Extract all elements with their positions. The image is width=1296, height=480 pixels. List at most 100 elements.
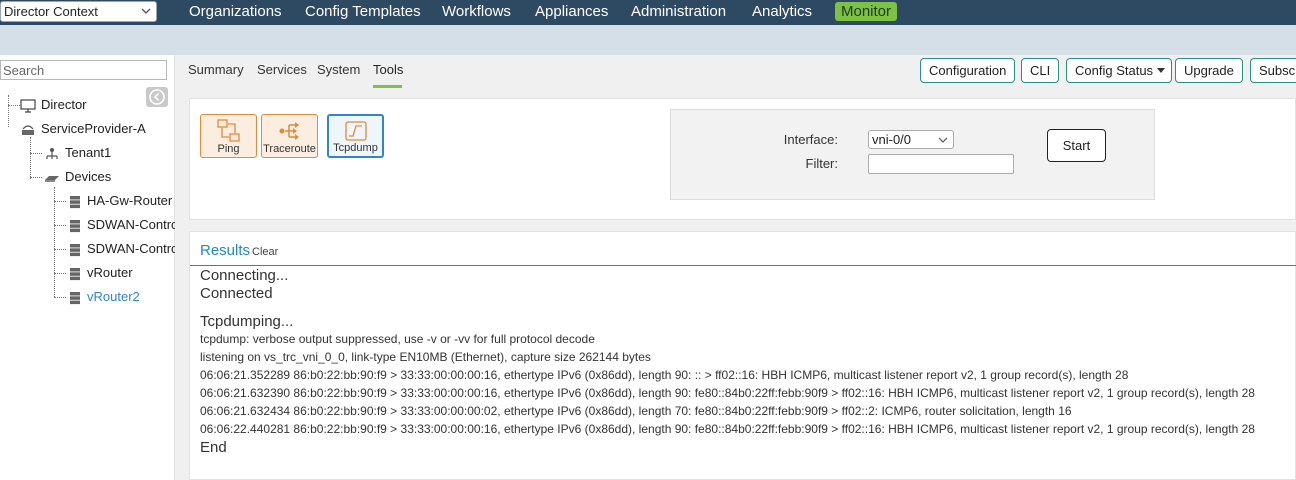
output-line: Connecting... — [200, 267, 289, 284]
traceroute-tool-button[interactable]: Traceroute — [261, 114, 318, 158]
main-content: Summary Services System Tools Configurat… — [175, 55, 1296, 480]
filter-label: Filter: — [805, 156, 839, 171]
output-line: listening on vs_trc_vni_0_0, link-type E… — [200, 350, 651, 364]
output-line: End — [200, 439, 227, 456]
output-line: Tcpdumping... — [200, 313, 294, 330]
tree-item-label: SDWAN-Contro — [87, 217, 179, 232]
tree-item-device[interactable]: SDWAN-Contro — [68, 217, 178, 233]
subscription-button[interactable]: Subscr — [1250, 58, 1296, 83]
traceroute-icon — [279, 122, 299, 140]
nav-workflows[interactable]: Workflows — [442, 2, 511, 21]
tree-connector — [8, 95, 9, 127]
devices-icon — [45, 175, 59, 182]
context-select[interactable]: Director Context — [0, 1, 157, 22]
tree-connector — [54, 187, 55, 297]
nav-appliances[interactable]: Appliances — [535, 2, 608, 21]
tree-item-director[interactable]: Director — [20, 97, 87, 113]
tree-connector — [30, 137, 31, 179]
tab-bar: Summary Services System Tools Configurat… — [175, 55, 1296, 88]
tool-label: Traceroute — [263, 143, 316, 155]
interface-select-value: vni-0/0 — [872, 132, 912, 147]
monitor-icon — [20, 98, 36, 113]
chevron-down-icon — [938, 137, 948, 143]
start-button[interactable]: Start — [1047, 129, 1106, 162]
interface-label: Interface: — [783, 132, 838, 147]
tree-item-devices[interactable]: Devices — [44, 169, 111, 185]
top-nav: Director Context Organizations Config Te… — [0, 0, 1296, 25]
results-panel: Results Clear Connecting... Connected Tc… — [189, 231, 1296, 480]
ping-icon — [216, 119, 240, 142]
tcpdump-form: Interface: vni-0/0 Filter: Start — [670, 109, 1155, 200]
collapse-panel-button[interactable] — [146, 87, 168, 107]
arrow-left-circle-icon — [149, 89, 165, 105]
tree-connector — [54, 249, 66, 250]
tree-connector — [54, 273, 66, 274]
tree-item-label: vRouter — [87, 265, 133, 280]
device-icon — [70, 267, 80, 280]
tab-summary[interactable]: Summary — [188, 62, 244, 78]
tree-item-label: ServiceProvider-A — [41, 121, 146, 136]
device-icon — [70, 291, 80, 304]
device-icon — [70, 219, 80, 232]
clear-results-link[interactable]: Clear — [252, 246, 278, 258]
tree-connector — [8, 105, 20, 106]
sub-header-bar — [0, 25, 1296, 55]
config-status-button[interactable]: Config Status — [1066, 58, 1173, 83]
output-line: 06:06:21.352289 86:b0:22:bb:90:f9 > 33:3… — [200, 368, 1129, 382]
nav-config-templates[interactable]: Config Templates — [305, 2, 421, 21]
context-select-value: Director Context — [4, 4, 98, 19]
provider-icon — [22, 124, 34, 135]
tree-connector — [54, 297, 66, 298]
tab-tools[interactable]: Tools — [373, 62, 403, 78]
tree-item-device[interactable]: HA-Gw-Router — [68, 193, 172, 209]
tab-system[interactable]: System — [317, 62, 360, 78]
tree-item-label: vRouter2 — [87, 289, 140, 304]
tree-connector — [30, 177, 42, 178]
tcpdump-icon — [344, 121, 367, 141]
search-input[interactable] — [0, 60, 167, 80]
tcpdump-tool-button[interactable]: Tcpdump — [327, 114, 384, 158]
tree-item-tenant1[interactable]: Tenant1 — [44, 145, 111, 161]
tree-item-device[interactable]: vRouter — [68, 265, 133, 281]
tree-item-label: Director — [41, 97, 87, 112]
tree-item-device-selected[interactable]: vRouter2 — [68, 289, 140, 305]
configuration-button[interactable]: Configuration — [920, 58, 1016, 83]
output-line: 06:06:21.632434 86:b0:22:bb:90:f9 > 33:3… — [200, 404, 1072, 418]
tools-panel: Ping Traceroute Tcpdump Interface: vni-0… — [189, 98, 1296, 220]
config-status-label: Config Status — [1075, 63, 1154, 78]
tree-connector — [54, 225, 66, 226]
caret-down-icon — [1157, 68, 1166, 73]
tree-connector — [30, 153, 42, 154]
nav-administration[interactable]: Administration — [631, 2, 726, 21]
chevron-down-icon — [141, 8, 151, 14]
device-icon — [70, 243, 80, 256]
ping-tool-button[interactable]: Ping — [200, 114, 257, 158]
tool-label: Tcpdump — [333, 142, 378, 154]
tree-item-serviceprovider-a[interactable]: ServiceProvider-A — [20, 121, 146, 137]
upgrade-button[interactable]: Upgrade — [1175, 58, 1243, 83]
tab-services[interactable]: Services — [257, 62, 307, 78]
filter-input[interactable] — [868, 154, 1014, 174]
tree-item-label: SDWAN-Contro — [87, 241, 179, 256]
nav-organizations[interactable]: Organizations — [189, 2, 282, 21]
nav-analytics[interactable]: Analytics — [752, 2, 812, 21]
results-header: Results Clear — [190, 232, 1296, 266]
left-tree-panel: Director ServiceProvider-A Tenant1 Devic… — [0, 55, 178, 480]
tree-connector — [54, 201, 66, 202]
tool-label: Ping — [217, 143, 240, 155]
tree-item-label: HA-Gw-Router — [87, 193, 173, 208]
device-icon — [70, 195, 80, 208]
tree-item-device[interactable]: SDWAN-Contro — [68, 241, 178, 257]
output-line: tcpdump: verbose output suppressed, use … — [200, 332, 595, 346]
cli-button[interactable]: CLI — [1021, 58, 1060, 83]
active-tab-indicator — [373, 85, 402, 88]
output-line: 06:06:22.440281 86:b0:22:bb:90:f9 > 33:3… — [200, 422, 1255, 436]
tree-item-label: Devices — [65, 169, 112, 184]
interface-select[interactable]: vni-0/0 — [868, 130, 954, 149]
tree-item-label: Tenant1 — [65, 145, 112, 160]
output-line: 06:06:21.632390 86:b0:22:bb:90:f9 > 33:3… — [200, 386, 1255, 400]
output-line: Connected — [200, 285, 273, 302]
nav-monitor[interactable]: Monitor — [835, 2, 898, 21]
tenant-icon — [46, 147, 58, 159]
results-title: Results — [200, 242, 251, 259]
